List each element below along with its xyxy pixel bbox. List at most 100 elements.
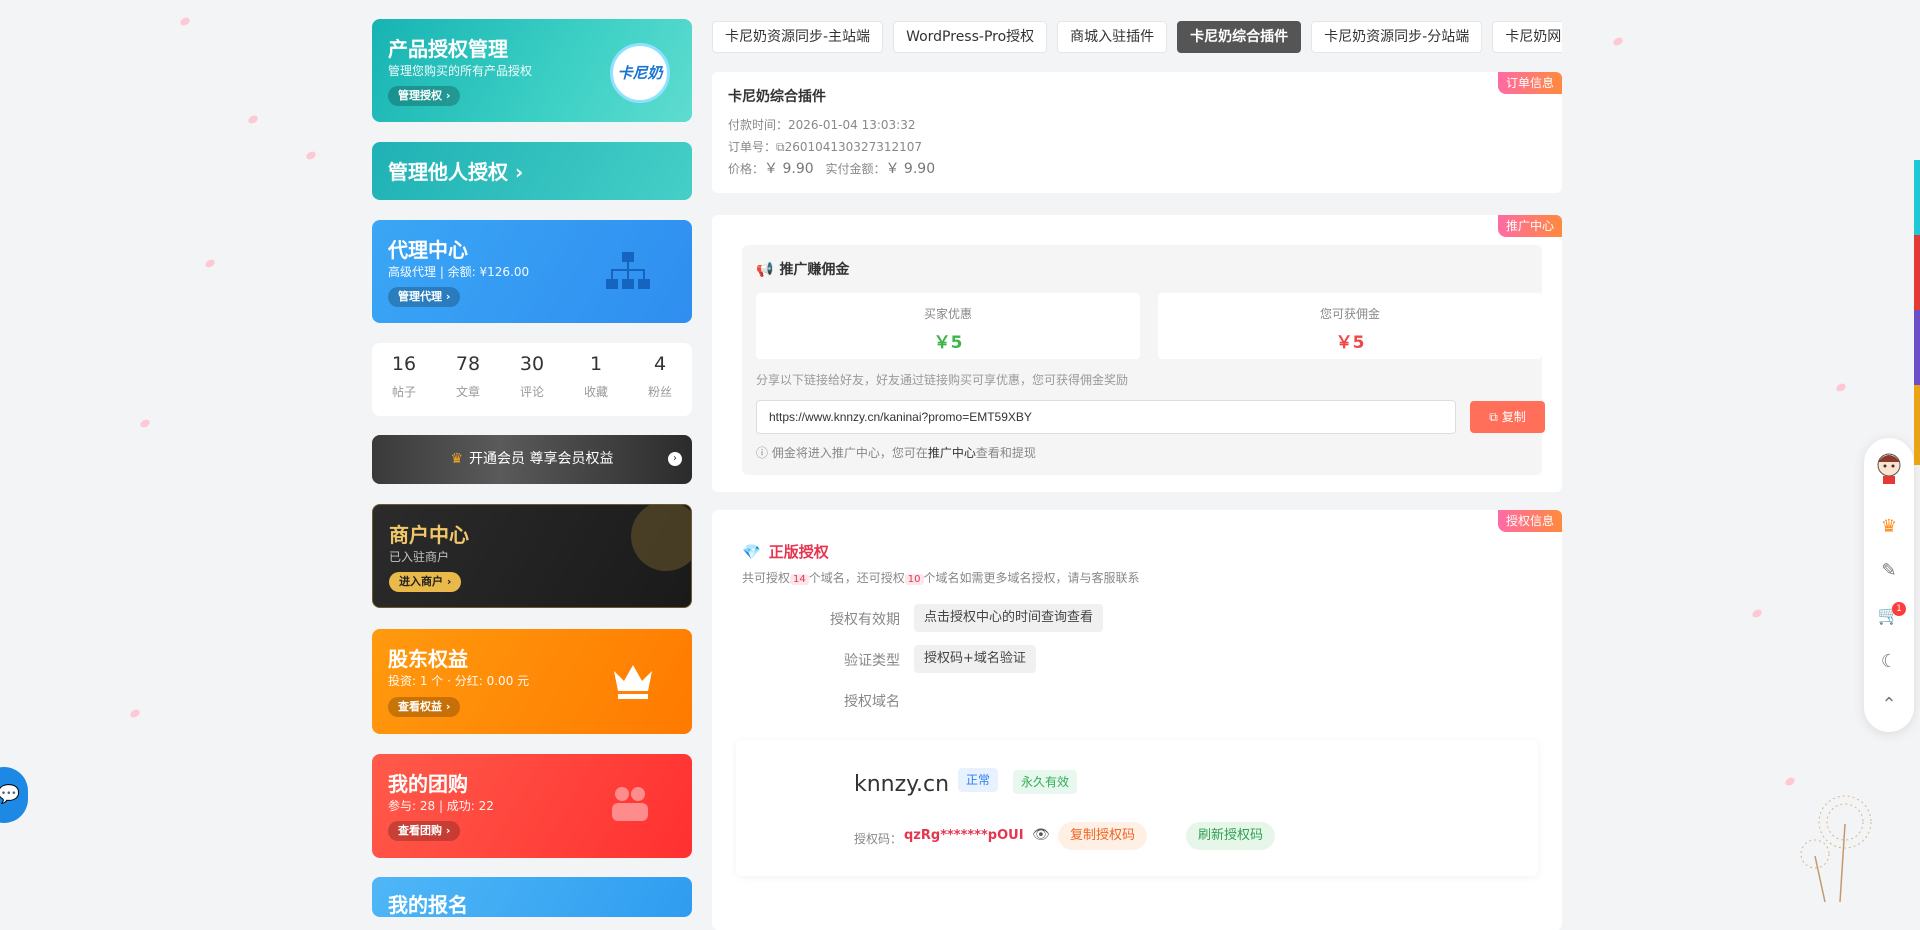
- agent-center-card[interactable]: 代理中心 高级代理 | 余额: ¥126.00 管理代理 ›: [372, 220, 692, 323]
- commission-label: 您可获佣金: [1319, 307, 1380, 321]
- stat-fans[interactable]: 4 粉丝: [628, 353, 692, 400]
- promotion-badge: 推广中心: [1497, 215, 1562, 237]
- promotion-panel: 推广中心 📢 推广赚佣金 买家优惠 ￥5 您可获佣金 ￥5 分享以下链接给好友，好…: [712, 215, 1562, 492]
- group-buy-card[interactable]: 我的团购 参与: 28 | 成功: 22 查看团购 ›: [372, 754, 692, 858]
- license-heading-text: 正版授权: [768, 543, 829, 561]
- stat-number: 1: [589, 353, 603, 375]
- promotion-heading: 📢 推广赚佣金: [756, 259, 849, 279]
- domain-card: knnzy.cn 正常 永久有效 授权码： qzRg*******pOUI 👁 …: [736, 740, 1538, 876]
- view-group-button[interactable]: 查看团购 ›: [388, 821, 461, 841]
- manage-agent-button[interactable]: 管理代理 ›: [388, 287, 461, 307]
- license-badge: 授权信息: [1497, 510, 1562, 532]
- stat-number: 16: [391, 353, 417, 375]
- vip-banner[interactable]: ♛ 开通会员 尊享会员权益 ›: [372, 435, 692, 484]
- stat-label: 评论: [519, 385, 544, 399]
- edge-color-strip: [1914, 310, 1920, 385]
- license-heading: 💎 正版授权: [742, 541, 829, 562]
- copy-auth-code-button[interactable]: 复制授权码: [1058, 822, 1148, 850]
- license-panel: 授权信息 💎 正版授权 共可授权 14 个域名，还可授权 10 个域名如需更多域名授权，请…: [712, 510, 1562, 930]
- order-number-label: 订单号：: [728, 140, 777, 154]
- promotion-center-link[interactable]: 推广中心: [928, 446, 976, 460]
- shareholder-card[interactable]: 股东权益 投资: 1 个 · 分红: 0.00 元 查看权益 ›: [372, 629, 692, 734]
- auth-code-value: qzRg*******pOUI: [904, 828, 1024, 843]
- decorative-circle: [631, 505, 691, 571]
- order-info-badge: 订单信息: [1497, 72, 1562, 94]
- validity-label: 授权有效期: [830, 612, 900, 628]
- commission-note: ⓘ 佣金将进入推广中心，您可在推广中心查看和提现: [756, 444, 1036, 461]
- copy-link-button[interactable]: ⧉ 复制: [1470, 401, 1545, 433]
- group-icon: [612, 787, 648, 821]
- desc-text: 共可授权: [742, 571, 791, 585]
- order-product-name: 卡尼奶综合插件: [728, 89, 826, 105]
- copy-link-label: 复制: [1501, 410, 1526, 424]
- megaphone-icon: 📢: [756, 262, 774, 278]
- chat-icon[interactable]: 💬: [0, 767, 28, 823]
- petal-decoration: [138, 417, 152, 430]
- product-license-card[interactable]: 产品授权管理 管理您购买的所有产品授权 管理授权 › 卡尼奶: [372, 19, 692, 122]
- copy-icon[interactable]: ⧉: [776, 140, 785, 154]
- crown-icon[interactable]: ♛: [1864, 516, 1914, 537]
- stat-number: 4: [653, 353, 667, 375]
- pay-time-value: 2026-01-04 13:03:32: [788, 118, 916, 132]
- tab-mall-plugin[interactable]: 商城入驻插件: [1057, 21, 1168, 53]
- stat-favorites[interactable]: 1 收藏: [564, 353, 628, 400]
- term-badge: 永久有效: [1013, 770, 1078, 794]
- user-stats: 16 帖子 78 文章 30 评论 1 收藏 4 粉丝: [372, 343, 692, 416]
- total-domains: 14: [790, 574, 809, 585]
- desc-text: 个域名，还可授权: [808, 571, 905, 585]
- petal-decoration: [178, 15, 192, 28]
- group-buy-title: 我的团购: [388, 772, 468, 796]
- tab-netdisk-plugin[interactable]: 卡尼奶网盘插件: [1492, 21, 1562, 53]
- group-buy-subtitle: 参与: 28 | 成功: 22: [388, 799, 494, 813]
- commission-box: 您可获佣金 ￥5: [1158, 293, 1542, 359]
- edit-icon[interactable]: ✎: [1864, 560, 1914, 581]
- tab-kaninai-plugin[interactable]: 卡尼奶综合插件: [1177, 21, 1302, 53]
- stat-label: 帖子: [391, 385, 416, 399]
- domain-name: knnzy.cn: [854, 772, 950, 797]
- enter-merchant-button[interactable]: 进入商户 ›: [389, 572, 462, 592]
- brand-logo: 卡尼奶: [610, 43, 670, 103]
- license-description: 共可授权 14 个域名，还可授权 10 个域名如需更多域名授权，请与客服联系: [742, 569, 1140, 586]
- price-value: ￥ 9.90: [764, 161, 814, 177]
- note-suffix: 查看和提现: [975, 446, 1036, 460]
- validity-value[interactable]: 点击授权中心的时间查询查看: [914, 604, 1104, 632]
- remaining-domains: 10: [904, 574, 924, 585]
- stat-posts[interactable]: 16 帖子: [372, 353, 436, 400]
- dark-mode-icon[interactable]: ☾: [1864, 651, 1914, 672]
- order-number-value: 260104130327312107: [784, 140, 923, 154]
- pay-time-row: 付款时间：2026-01-04 13:03:32: [728, 116, 915, 133]
- eye-icon[interactable]: 👁: [1032, 827, 1050, 843]
- my-signup-card[interactable]: 我的报名: [372, 877, 692, 917]
- manage-others-license-card[interactable]: 管理他人授权 ›: [372, 142, 692, 200]
- my-signup-title: 我的报名: [388, 893, 468, 917]
- avatar[interactable]: [1864, 450, 1914, 489]
- stat-articles[interactable]: 78 文章: [436, 353, 500, 400]
- tab-wordpress-pro[interactable]: WordPress-Pro授权: [893, 21, 1048, 53]
- tab-resource-sync-sub[interactable]: 卡尼奶资源同步-分站端: [1311, 21, 1483, 53]
- petal-decoration: [1750, 607, 1764, 620]
- tab-resource-sync-main[interactable]: 卡尼奶资源同步-主站端: [712, 21, 884, 53]
- product-license-title: 产品授权管理: [388, 37, 508, 61]
- stat-comments[interactable]: 30 评论: [500, 353, 564, 400]
- desc-text: 个域名如需更多域名授权，请与客服联系: [923, 571, 1140, 585]
- avatar-icon: [1877, 453, 1901, 484]
- verify-value: 授权码+域名验证: [914, 645, 1036, 673]
- copy-icon: ⧉: [1489, 410, 1502, 424]
- view-rights-button[interactable]: 查看权益 ›: [388, 697, 461, 717]
- refresh-auth-code-button[interactable]: 刷新授权码: [1186, 822, 1276, 850]
- promotion-tip: 分享以下链接给好友，好友通过链接购买可享优惠，您可获得佣金奖励: [756, 373, 1129, 387]
- dandelion-decoration: [1800, 795, 1872, 902]
- info-icon: ⓘ: [756, 446, 772, 460]
- cart-icon[interactable]: 🛒: [1864, 605, 1914, 626]
- promo-link-input[interactable]: https://www.knnzy.cn/kaninai?promo=EMT59…: [756, 400, 1456, 434]
- cart-count-badge: 1: [1892, 602, 1906, 616]
- plugin-tabs: 卡尼奶资源同步-主站端 WordPress-Pro授权 商城入驻插件 卡尼奶综合插件卡…: [712, 21, 1562, 53]
- stat-number: 30: [519, 353, 545, 375]
- stat-number: 78: [455, 353, 481, 375]
- paid-label: 实付金额：: [825, 162, 886, 176]
- shareholder-title: 股东权益: [388, 647, 468, 671]
- back-to-top-icon[interactable]: ⌃: [1864, 694, 1914, 715]
- status-badge: 正常: [958, 768, 999, 792]
- manage-license-button[interactable]: 管理授权 ›: [388, 86, 461, 106]
- merchant-center-card[interactable]: 商户中心 已入驻商户 进入商户 ›: [372, 504, 692, 608]
